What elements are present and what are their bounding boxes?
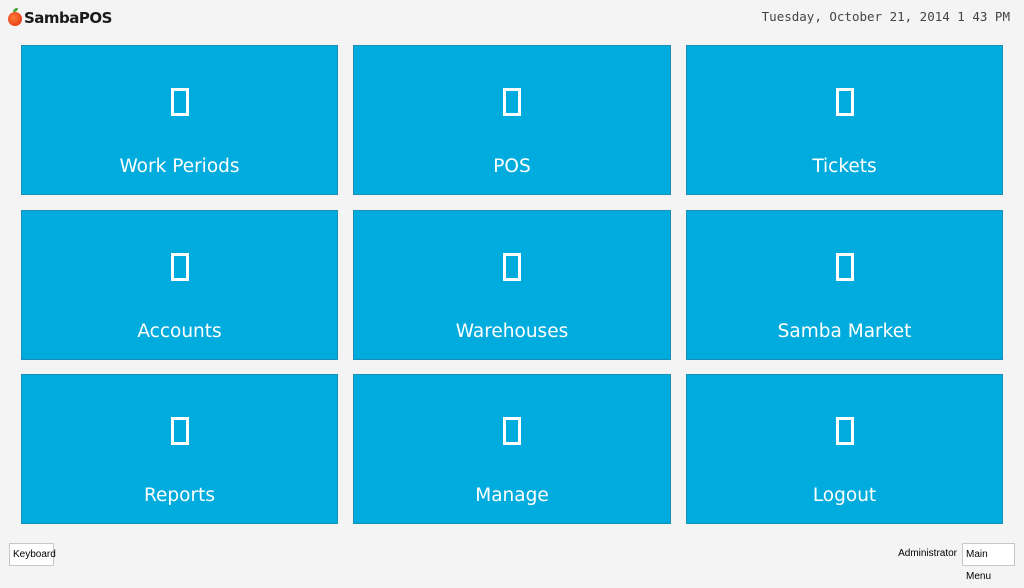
tile-warehouses[interactable]: Warehouses bbox=[353, 209, 671, 360]
logo-text: SambaPOS bbox=[24, 9, 112, 27]
tile-label: Work Periods bbox=[119, 156, 240, 177]
tile-tickets[interactable]: Tickets bbox=[686, 45, 1003, 195]
tile-accounts[interactable]: Accounts bbox=[21, 209, 338, 360]
tile-label: Tickets bbox=[812, 156, 877, 177]
placeholder-box-icon bbox=[170, 417, 189, 445]
main-menu-button[interactable]: Main Menu bbox=[962, 543, 1015, 582]
tile-label: Reports bbox=[144, 485, 215, 506]
tile-samba-market[interactable]: Samba Market bbox=[686, 209, 1003, 360]
tile-label: Accounts bbox=[137, 320, 222, 342]
tile-reports[interactable]: Reports bbox=[21, 374, 338, 524]
keyboard-button[interactable]: Keyboard bbox=[9, 543, 56, 566]
current-user-label: Administrator bbox=[898, 548, 957, 559]
tomato-logo-icon bbox=[8, 8, 22, 26]
tile-label: Logout bbox=[812, 485, 877, 506]
placeholder-box-icon bbox=[835, 252, 854, 281]
tile-work-periods[interactable]: Work Periods bbox=[21, 45, 338, 195]
tile-manage[interactable]: Manage bbox=[353, 374, 671, 524]
placeholder-box-icon bbox=[503, 88, 521, 116]
placeholder-box-icon bbox=[170, 252, 189, 281]
placeholder-box-icon bbox=[835, 417, 854, 445]
tile-logout[interactable]: Logout bbox=[686, 374, 1003, 524]
tile-label: Samba Market bbox=[777, 320, 912, 342]
main-menu-grid: Work Periods POS Tickets Accounts Wareho… bbox=[21, 45, 1003, 524]
tile-label: Warehouses bbox=[455, 320, 569, 342]
tile-label: POS bbox=[493, 156, 531, 177]
tile-label: Manage bbox=[475, 485, 549, 506]
placeholder-box-icon bbox=[503, 252, 521, 281]
tile-pos[interactable]: POS bbox=[353, 45, 671, 195]
current-datetime: Tuesday, October 21, 2014 1 43 PM bbox=[761, 9, 1010, 24]
placeholder-box-icon bbox=[835, 88, 854, 116]
app-logo: SambaPOS bbox=[8, 7, 112, 29]
placeholder-box-icon bbox=[170, 88, 189, 116]
placeholder-box-icon bbox=[503, 417, 521, 445]
